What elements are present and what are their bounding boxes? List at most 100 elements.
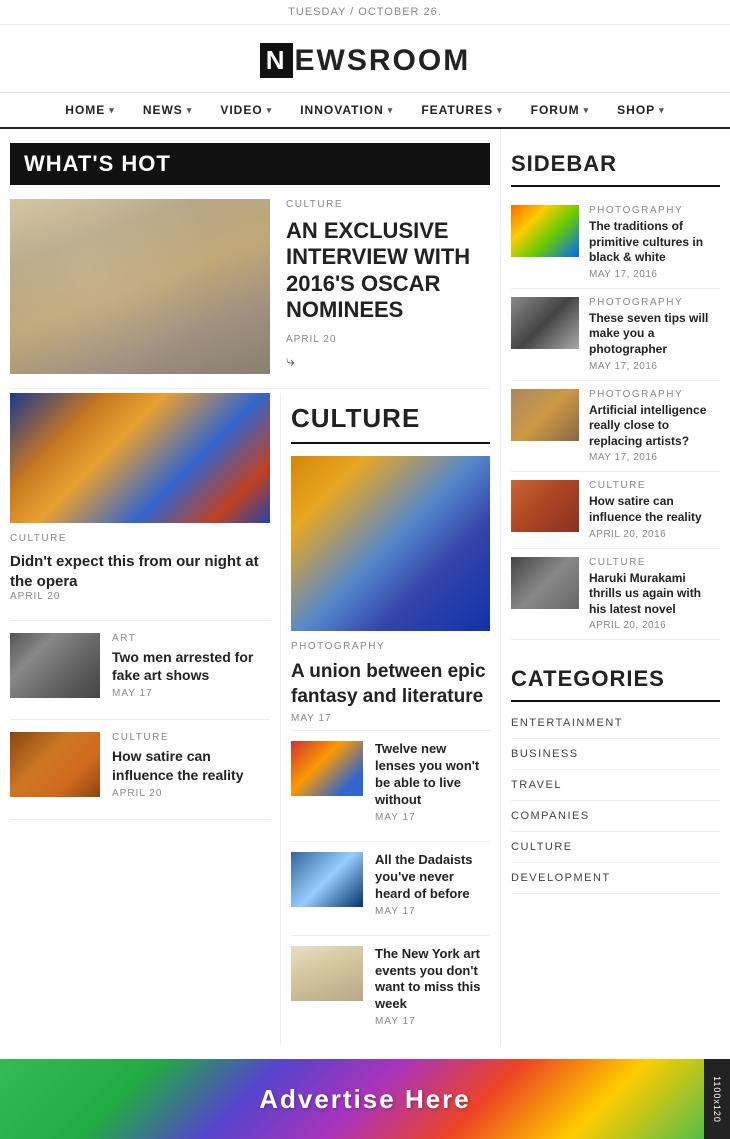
sidebar-date-5: APRIL 20, 2016 — [589, 620, 720, 631]
sidebar: SIDEBAR PHOTOGRAPHY The traditions of pr… — [500, 129, 720, 1045]
sidebar-item-text-5: CULTURE Haruki Murakami thrills us again… — [589, 557, 720, 632]
culture-small-title-3: The New York art events you don't want t… — [375, 946, 490, 1014]
nav-home[interactable]: HOME ▾ — [51, 103, 129, 117]
sidebar-cat-1: PHOTOGRAPHY — [589, 205, 720, 216]
date-text: TUESDAY / OCTOBER 26. — [288, 6, 442, 18]
ad-banner[interactable]: Advertise Here 1100x120 — [0, 1059, 730, 1139]
opera-image-block: CULTURE Didn't expect this from our nigh… — [10, 393, 270, 621]
sidebar-item-1[interactable]: PHOTOGRAPHY The traditions of primitive … — [511, 197, 720, 289]
chevron-down-icon: ▾ — [109, 105, 115, 116]
category-development[interactable]: DEVELOPMENT — [511, 863, 720, 894]
art-shows-date: MAY 17 — [112, 688, 270, 699]
opera-article-text[interactable]: CULTURE Didn't expect this from our nigh… — [10, 523, 270, 621]
ad-size-label: 1100x120 — [704, 1059, 730, 1139]
sidebar-cat-2: PHOTOGRAPHY — [589, 297, 720, 308]
sidebar-item-4[interactable]: CULTURE How satire can influence the rea… — [511, 472, 720, 548]
nav-features[interactable]: FEATURES ▾ — [407, 103, 516, 117]
share-icon[interactable]: ⤷ — [286, 353, 490, 371]
satire-article[interactable]: CULTURE How satire can influence the rea… — [10, 720, 270, 819]
nav-shop[interactable]: SHOP ▾ — [603, 103, 679, 117]
sidebar-title-2: These seven tips will make you a photogr… — [589, 311, 720, 358]
sidebar-cat-3: PHOTOGRAPHY — [589, 389, 720, 400]
culture-header: CULTURE — [291, 393, 490, 444]
sidebar-date-3: MAY 17, 2016 — [589, 452, 720, 463]
sidebar-date-4: APRIL 20, 2016 — [589, 529, 720, 540]
culture-small-text-3: The New York art events you don't want t… — [375, 946, 490, 1036]
sidebar-image-4 — [511, 480, 579, 532]
sidebar-title-3: Artificial intelligence really close to … — [589, 403, 720, 450]
art-shows-category: ART — [112, 633, 270, 644]
culture-main-category: PHOTOGRAPHY — [291, 641, 490, 652]
art-shows-title: Two men arrested for fake art shows — [112, 648, 270, 684]
crowd-image — [10, 633, 100, 698]
culture-small-date-1: MAY 17 — [375, 812, 490, 823]
category-travel[interactable]: TRAVEL — [511, 770, 720, 801]
article-category: CULTURE — [286, 199, 490, 210]
site-logo[interactable]: N EWSROOM — [260, 43, 470, 78]
sidebar-image-3 — [511, 389, 579, 441]
art-shows-text: ART Two men arrested for fake art shows … — [112, 633, 270, 707]
culture-small-3[interactable]: The New York art events you don't want t… — [291, 935, 490, 1046]
whats-hot-image — [10, 199, 270, 374]
whats-hot-feature[interactable]: CULTURE AN EXCLUSIVE INTERVIEW WITH 2016… — [10, 185, 490, 389]
nav-news[interactable]: NEWS ▾ — [129, 103, 207, 117]
satire-date: APRIL 20 — [112, 788, 270, 799]
small-articles: CULTURE Didn't expect this from our nigh… — [10, 393, 270, 820]
category-entertainment[interactable]: ENTERTAINMENT — [511, 708, 720, 739]
culture-small-date-2: MAY 17 — [375, 906, 490, 917]
sidebar-cat-4: CULTURE — [589, 480, 720, 491]
chevron-down-icon: ▾ — [584, 105, 590, 116]
sidebar-item-2[interactable]: PHOTOGRAPHY These seven tips will make y… — [511, 289, 720, 381]
sidebar-date-2: MAY 17, 2016 — [589, 361, 720, 372]
sidebar-image-5 — [511, 557, 579, 609]
sidebar-item-3[interactable]: PHOTOGRAPHY Artificial intelligence real… — [511, 381, 720, 473]
culture-main-title[interactable]: A union between epic fantasy and literat… — [291, 660, 490, 709]
culture-main-image — [291, 456, 490, 631]
sidebar-title-1: The traditions of primitive cultures in … — [589, 219, 720, 266]
logo-text: EWSROOM — [295, 44, 471, 78]
logo-n: N — [260, 43, 293, 78]
ad-text: Advertise Here — [259, 1084, 471, 1115]
nav-forum[interactable]: FORUM ▾ — [517, 103, 604, 117]
art-shows-article[interactable]: ART Two men arrested for fake art shows … — [10, 621, 270, 720]
site-header: N EWSROOM — [0, 25, 730, 93]
satire-category: CULTURE — [112, 732, 270, 743]
nav-video[interactable]: VIDEO ▾ — [206, 103, 286, 117]
culture-small-1[interactable]: Twelve new lenses you won't be able to l… — [291, 730, 490, 841]
category-companies[interactable]: COMPANIES — [511, 801, 720, 832]
chevron-down-icon: ▾ — [388, 105, 394, 116]
opera-title: Didn't expect this from our night at the… — [10, 552, 270, 591]
culture-small-image-1 — [291, 741, 363, 796]
left-column: CULTURE Didn't expect this from our nigh… — [10, 393, 280, 1045]
chevron-down-icon: ▾ — [267, 105, 273, 116]
sidebar-item-text-3: PHOTOGRAPHY Artificial intelligence real… — [589, 389, 720, 464]
culture-small-2[interactable]: All the Dadaists you've never heard of b… — [291, 841, 490, 935]
nav-innovation[interactable]: INNOVATION ▾ — [286, 103, 407, 117]
category-culture[interactable]: CULTURE — [511, 832, 720, 863]
category-business[interactable]: BUSINESS — [511, 739, 720, 770]
feature-title: AN EXCLUSIVE INTERVIEW WITH 2016'S OSCAR… — [286, 218, 490, 324]
culture-small-image-3 — [291, 946, 363, 1001]
middle-columns: CULTURE Didn't expect this from our nigh… — [10, 393, 490, 1045]
top-date-bar: TUESDAY / OCTOBER 26. — [0, 0, 730, 25]
sidebar-cat-5: CULTURE — [589, 557, 720, 568]
satire-text: CULTURE How satire can influence the rea… — [112, 732, 270, 806]
culture-small-image-2 — [291, 852, 363, 907]
satire-title: How satire can influence the reality — [112, 747, 270, 783]
whats-hot-text: CULTURE AN EXCLUSIVE INTERVIEW WITH 2016… — [286, 199, 490, 374]
sidebar-date-1: MAY 17, 2016 — [589, 269, 720, 280]
main-content: WHAT'S HOT CULTURE AN EXCLUSIVE INTERVIE… — [10, 129, 500, 1045]
sidebar-item-text-4: CULTURE How satire can influence the rea… — [589, 480, 720, 539]
opera-date: APRIL 20 — [10, 591, 270, 602]
sidebar-item-5[interactable]: CULTURE Haruki Murakami thrills us again… — [511, 549, 720, 641]
sidebar-image-1 — [511, 205, 579, 257]
chevron-down-icon: ▾ — [497, 105, 503, 116]
culture-small-title-1: Twelve new lenses you won't be able to l… — [375, 741, 490, 809]
categories-title: CATEGORIES — [511, 658, 720, 702]
sidebar-image-2 — [511, 297, 579, 349]
culture-main-date: MAY 17 — [291, 713, 490, 724]
chevron-down-icon: ▾ — [659, 105, 665, 116]
sidebar-title: SIDEBAR — [511, 143, 720, 187]
opera-category: CULTURE — [10, 533, 270, 544]
culture-small-date-3: MAY 17 — [375, 1016, 490, 1027]
